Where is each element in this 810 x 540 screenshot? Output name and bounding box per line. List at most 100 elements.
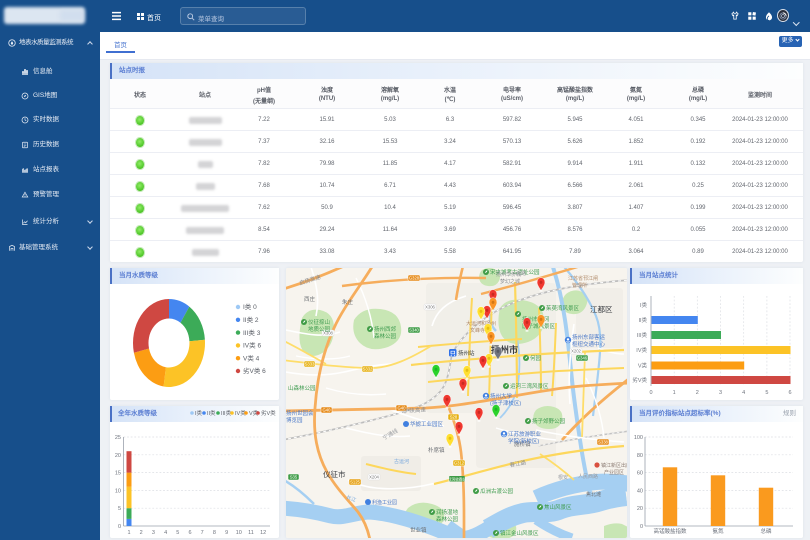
svg-text:10: 10: [115, 488, 121, 494]
svg-text:6: 6: [788, 390, 791, 396]
svg-text:博览园: 博览园: [286, 416, 303, 424]
svg-text:IV类: IV类: [636, 346, 647, 354]
svg-text:扬州世园会: 扬州世园会: [286, 409, 314, 417]
svg-text:世业镇: 世业镇: [410, 526, 427, 534]
svg-text:产业园区: 产业园区: [604, 469, 624, 476]
svg-text:江都区: 江都区: [590, 305, 613, 314]
svg-text:扬州站: 扬州站: [458, 349, 475, 357]
svg-text:S340: S340: [409, 328, 419, 333]
svg-text:G328: G328: [409, 276, 420, 281]
svg-text:扬子郊野公园: 扬子郊野公园: [532, 417, 566, 425]
svg-text:根安: 根安: [558, 474, 568, 481]
svg-text:北路: 北路: [516, 270, 526, 277]
svg-text:茱萸湾风景区: 茱萸湾风景区: [546, 304, 580, 312]
svg-text:镇江新区出口: 镇江新区出口: [601, 462, 627, 469]
svg-text:高锰酸盐指数: 高锰酸盐指数: [653, 527, 687, 535]
svg-text:II类 2: II类 2: [243, 315, 259, 324]
svg-text:12: 12: [260, 530, 266, 536]
svg-text:文峰寺: 文峰寺: [470, 327, 485, 334]
svg-text:20: 20: [115, 453, 121, 459]
svg-text:瓜洲古渡公园: 瓜洲古渡公园: [480, 487, 514, 495]
svg-text:3: 3: [152, 530, 155, 536]
svg-text:100: 100: [634, 435, 643, 441]
svg-text:利渔工业园: 利渔工业园: [372, 499, 397, 506]
svg-text:5: 5: [765, 390, 768, 396]
svg-text:6: 6: [188, 530, 191, 536]
svg-text:朴席镇: 朴席镇: [428, 446, 445, 454]
svg-text:扬州大学: 扬州大学: [490, 392, 513, 400]
svg-text:S125: S125: [350, 480, 360, 485]
svg-text:25: 25: [115, 435, 121, 441]
svg-text:S333: S333: [305, 362, 315, 367]
svg-text:梦幻之城: 梦幻之城: [500, 278, 520, 285]
svg-text:扬州西郊: 扬州西郊: [374, 325, 397, 333]
svg-text:X306: X306: [425, 305, 435, 310]
svg-text:4: 4: [742, 390, 745, 396]
svg-text:3: 3: [719, 390, 722, 396]
svg-text:V类 4: V类 4: [243, 353, 260, 362]
svg-text:40: 40: [637, 488, 643, 494]
svg-text:V类: V类: [638, 362, 648, 370]
svg-text:仪征捺山: 仪征捺山: [308, 318, 330, 326]
svg-text:X204: X204: [369, 475, 379, 480]
svg-text:地质公园: 地质公园: [308, 325, 331, 333]
svg-text:S28: S28: [450, 415, 458, 420]
svg-text:G40: G40: [323, 408, 332, 413]
svg-text:2: 2: [140, 530, 143, 536]
svg-text:60: 60: [637, 471, 643, 477]
svg-text:仪征市: 仪征市: [323, 469, 346, 479]
svg-text:S35: S35: [290, 475, 298, 480]
svg-text:长江: 长江: [345, 493, 357, 503]
svg-text:2: 2: [696, 390, 699, 396]
svg-text:扬州东部客运: 扬州东部客运: [572, 333, 606, 341]
svg-text:江苏旅游职业: 江苏旅游职业: [508, 430, 542, 438]
svg-text:III类 3: III类 3: [243, 328, 261, 337]
svg-text:劣V类: 劣V类: [261, 409, 276, 417]
svg-text:江苏省邗江闸: 江苏省邗江闸: [568, 275, 598, 282]
svg-text:10: 10: [236, 530, 242, 536]
svg-text:森林公园: 森林公园: [436, 515, 459, 523]
svg-text:5: 5: [118, 506, 121, 512]
svg-text:X202: X202: [571, 349, 581, 354]
svg-text:80: 80: [637, 453, 643, 459]
svg-text:西庄: 西庄: [304, 295, 316, 303]
svg-text:IV类 6: IV类 6: [243, 341, 261, 350]
svg-text:III类: III类: [221, 409, 232, 417]
svg-text:总磷: 总磷: [760, 527, 772, 535]
svg-text:焦山风景区: 焦山风景区: [544, 503, 572, 511]
svg-text:氨氮: 氨氮: [712, 527, 724, 535]
svg-text:管理所: 管理所: [572, 282, 587, 289]
svg-text:8: 8: [213, 530, 216, 536]
svg-text:山森林公园: 山森林公园: [288, 384, 316, 392]
svg-text:1: 1: [127, 530, 130, 536]
svg-text:III类: III类: [637, 331, 648, 339]
svg-text:15: 15: [115, 471, 121, 477]
svg-text:1: 1: [673, 390, 676, 396]
svg-text:焦北滩: 焦北滩: [586, 491, 601, 498]
svg-text:20: 20: [637, 506, 643, 512]
svg-text:11: 11: [248, 530, 254, 536]
svg-text:0: 0: [640, 524, 643, 530]
svg-text:G312: G312: [454, 461, 465, 466]
svg-text:S332: S332: [363, 367, 373, 372]
svg-text:春江路: 春江路: [509, 458, 527, 469]
svg-text:7: 7: [201, 530, 204, 536]
svg-text:I类: I类: [640, 301, 648, 309]
svg-text:启扬高速: 启扬高速: [298, 273, 322, 287]
svg-text:0: 0: [118, 524, 121, 530]
svg-text:0: 0: [649, 390, 652, 396]
svg-text:宁通线: 宁通线: [381, 426, 400, 441]
svg-text:II类: II类: [207, 409, 216, 417]
svg-text:运河三湾风景区: 运河三湾风景区: [510, 382, 549, 390]
svg-text:华摅工业园区: 华摅工业园区: [410, 420, 444, 428]
svg-text:I类: I类: [195, 409, 203, 417]
svg-text:劣V类 6: 劣V类 6: [243, 366, 266, 375]
svg-text:润扬湿地: 润扬湿地: [436, 508, 459, 516]
svg-text:森林公园: 森林公园: [374, 332, 397, 340]
svg-text:朱庄: 朱庄: [342, 298, 354, 306]
svg-text:汊河收费站: 汊河收费站: [448, 476, 466, 481]
svg-text:劣V类: 劣V类: [632, 376, 647, 384]
svg-text:5: 5: [176, 530, 179, 536]
svg-text:古运河: 古运河: [394, 458, 409, 465]
svg-text:S338: S338: [598, 440, 608, 445]
